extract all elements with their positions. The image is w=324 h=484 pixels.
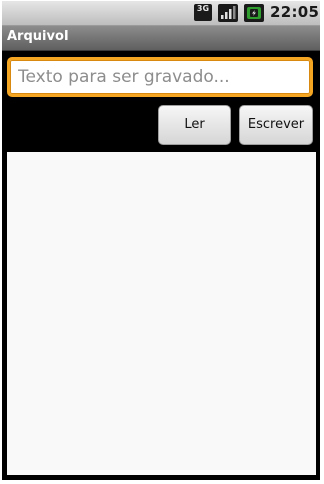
read-button[interactable]: Ler	[158, 105, 231, 145]
screen: 3G 22:05 ArquivoI Ler Escrever	[2, 1, 320, 480]
clock: 22:05	[270, 3, 320, 21]
output-text-area	[7, 152, 316, 475]
battery-charging-icon	[244, 4, 264, 22]
write-button[interactable]: Escrever	[239, 105, 313, 145]
title-bar: ArquivoI	[2, 26, 320, 51]
app-title: ArquivoI	[7, 29, 69, 44]
network-type-label: 3G	[196, 4, 210, 13]
signal-icon	[218, 4, 238, 22]
text-input[interactable]	[7, 57, 313, 97]
3g-icon: 3G	[194, 4, 212, 21]
device-frame: 3G 22:05 ArquivoI Ler Escrever	[0, 0, 324, 484]
status-bar: 3G 22:05	[2, 1, 320, 26]
